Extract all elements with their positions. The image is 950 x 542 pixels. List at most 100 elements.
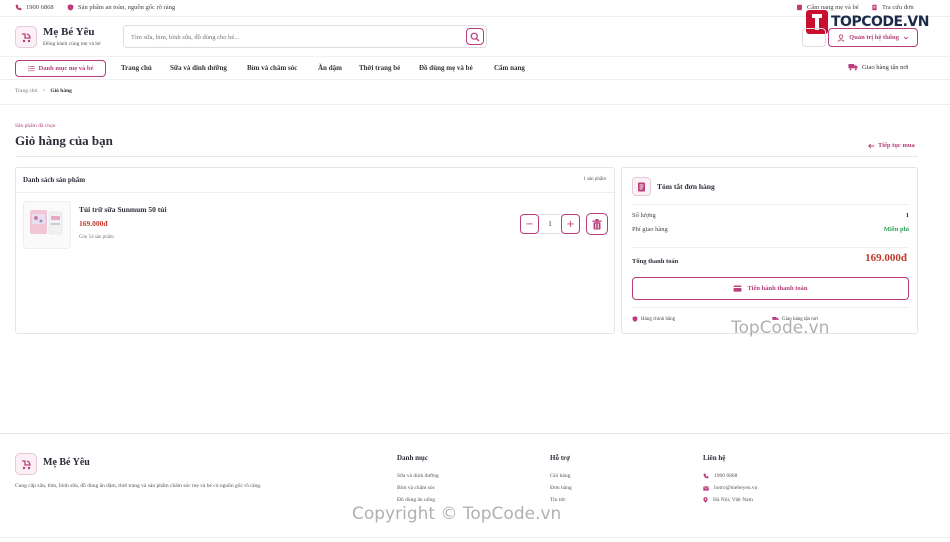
footer-link[interactable]: Đơn hàng [550, 482, 572, 494]
summary-shipping-value: Miễn phí [883, 226, 909, 233]
topbar-promise: Sản phẩm an toàn, nguồn gốc rõ ràng [67, 4, 175, 11]
divider [15, 156, 918, 157]
trash-icon [592, 218, 602, 229]
search-input[interactable] [131, 30, 461, 44]
breadcrumb-home[interactable]: Trang chủ [15, 88, 37, 94]
quantity-value[interactable]: 1 [539, 214, 561, 234]
footer-contact-address-text: Hà Nội, Việt Nam [713, 497, 753, 503]
continue-shopping-label: Tiếp tục mua [878, 142, 915, 149]
nav-shipping-label: Giao hàng tận nơi [862, 63, 909, 71]
book-icon [797, 4, 802, 11]
product-name[interactable]: Túi trữ sữa Sunmum 50 túi [79, 205, 167, 214]
summary-quantity-row: Số lượng 1 [632, 212, 909, 219]
quantity-stepper: − 1 + [520, 214, 580, 234]
divider [0, 104, 950, 105]
footer-contact-phone[interactable]: 1900 6868 [703, 470, 757, 482]
footer-contact: Liên hệ 1900 6868 hotro@mebeyeu.vn Hà Nộ… [703, 454, 757, 506]
breadcrumb: Trang chủ > Giỏ hàng [15, 88, 72, 94]
receipt-icon [638, 182, 645, 191]
nav-link-guide[interactable]: Cẩm nang [494, 64, 525, 72]
summary-icon [632, 177, 651, 196]
continue-shopping-link[interactable]: Tiếp tục mua [868, 142, 915, 149]
category-menu-label: Danh mục mẹ và bé [38, 65, 94, 72]
list-icon [27, 66, 35, 72]
divider [0, 537, 950, 538]
chevron-down-icon [903, 36, 908, 40]
summary-total-value: 169.000đ [865, 252, 907, 264]
location-pin-icon [703, 497, 708, 503]
cart-item-count: 1 sản phẩm [583, 177, 606, 182]
footer-contact-title: Liên hệ [703, 454, 726, 462]
topbar-phone[interactable]: 1900 6868 [15, 4, 54, 11]
product-price: 169.000đ [79, 219, 108, 228]
cart-panel-title: Danh sách sản phẩm [23, 176, 86, 184]
summary-quantity-label: Số lượng [632, 212, 656, 219]
quantity-increase-button[interactable]: + [561, 214, 580, 234]
footer-contact-email[interactable]: hotro@mebeyeu.vn [703, 482, 757, 494]
truck-icon [848, 64, 858, 71]
divider [0, 433, 950, 434]
summary-shipping-label: Phí giao hàng [632, 226, 668, 233]
footer-support: Hỗ trợ Giỏ hàng Đơn hàng Tin tức [550, 454, 572, 506]
footer-contact-email-text: hotro@mebeyeu.vn [714, 485, 758, 491]
mail-icon [703, 485, 709, 491]
category-menu-button[interactable]: Danh mục mẹ và bé [15, 60, 106, 77]
header-cart-button[interactable] [802, 28, 826, 47]
topbar-phone-text: 1900 6868 [26, 4, 54, 11]
checkout-button-label: Tiến hành thanh toán [747, 285, 808, 292]
cart-panel-header: Danh sách sản phẩm 1 sản phẩm [16, 168, 614, 193]
divider [632, 307, 909, 308]
search-bar [123, 25, 487, 48]
admin-button[interactable]: Quản trị hệ thống [828, 28, 918, 47]
admin-button-label: Quản trị hệ thống [849, 34, 899, 41]
divider [632, 247, 909, 248]
footer-categories: Danh mục Sữa và dinh dưỡng Bỉm và chăm s… [397, 454, 439, 506]
search-button[interactable] [466, 28, 484, 45]
nav-link-diapers[interactable]: Bỉm và chăm sóc [247, 64, 297, 72]
stroller-icon [22, 460, 31, 470]
footer-contact-address: Hà Nội, Việt Nam [703, 494, 757, 506]
logo-icon[interactable] [15, 26, 37, 48]
nav-shipping[interactable]: Giao hàng tận nơi [848, 63, 909, 71]
remove-item-button[interactable] [586, 213, 608, 235]
footer-contact-phone-text: 1900 6868 [714, 473, 738, 479]
summary-total-label: Tổng thanh toán [632, 258, 679, 265]
phone-icon [703, 473, 709, 479]
nav-link-supplies[interactable]: Đồ dùng mẹ và bé [419, 64, 473, 72]
footer-brand: Mẹ Bé Yêu [43, 457, 90, 468]
nav-link-milk[interactable]: Sữa và dinh dưỡng [170, 64, 227, 72]
summary-quantity-value: 1 [905, 212, 909, 219]
footer-link[interactable]: Giỏ hàng [550, 470, 572, 482]
stroller-icon [22, 33, 31, 43]
quantity-decrease-button[interactable]: − [520, 214, 539, 234]
product-thumbnail[interactable] [23, 201, 71, 249]
topbar-promise-text: Sản phẩm an toàn, nguồn gốc rõ ràng [78, 4, 176, 11]
search-icon [470, 32, 480, 41]
footer-categories-title: Danh mục [397, 454, 428, 462]
badge-genuine-text: Hàng chính hãng [641, 316, 676, 322]
nav-link-home[interactable]: Trang chủ [121, 64, 152, 72]
brand-name[interactable]: Mẹ Bé Yêu [43, 26, 95, 38]
cart-item: Túi trữ sữa Sunmum 50 túi 169.000đ Còn 5… [23, 201, 608, 251]
product-stock: Còn 54 sản phẩm [79, 235, 114, 240]
main-nav: Danh mục mẹ và bé Trang chủ Sữa và dinh … [0, 56, 950, 80]
phone-icon [15, 4, 22, 11]
footer-support-title: Hỗ trợ [550, 454, 571, 462]
shield-icon [67, 4, 74, 11]
nav-link-weaning[interactable]: Ăn dặm [318, 64, 342, 72]
nav-link-fashion[interactable]: Thời trang bé [359, 64, 400, 72]
footer-link[interactable]: Bỉm và chăm sóc [397, 482, 439, 494]
divider [632, 204, 909, 205]
checkout-button[interactable]: Tiến hành thanh toán [632, 277, 909, 300]
shield-icon [632, 316, 638, 322]
breadcrumb-separator: > [42, 88, 46, 94]
footer-logo-icon[interactable] [15, 453, 37, 475]
page-eyebrow: Sản phẩm đã chọn [15, 123, 56, 129]
page-title: Giỏ hàng của bạn [15, 133, 113, 148]
watermark-text: TopCode.vn [731, 318, 830, 338]
breadcrumb-current: Giỏ hàng [50, 88, 72, 94]
cart-panel: Danh sách sản phẩm 1 sản phẩm Túi trữ sữ… [15, 167, 615, 334]
summary-title: Tóm tắt đơn hàng [657, 182, 715, 191]
arrow-left-icon [868, 143, 875, 148]
footer-link[interactable]: Sữa và dinh dưỡng [397, 470, 439, 482]
